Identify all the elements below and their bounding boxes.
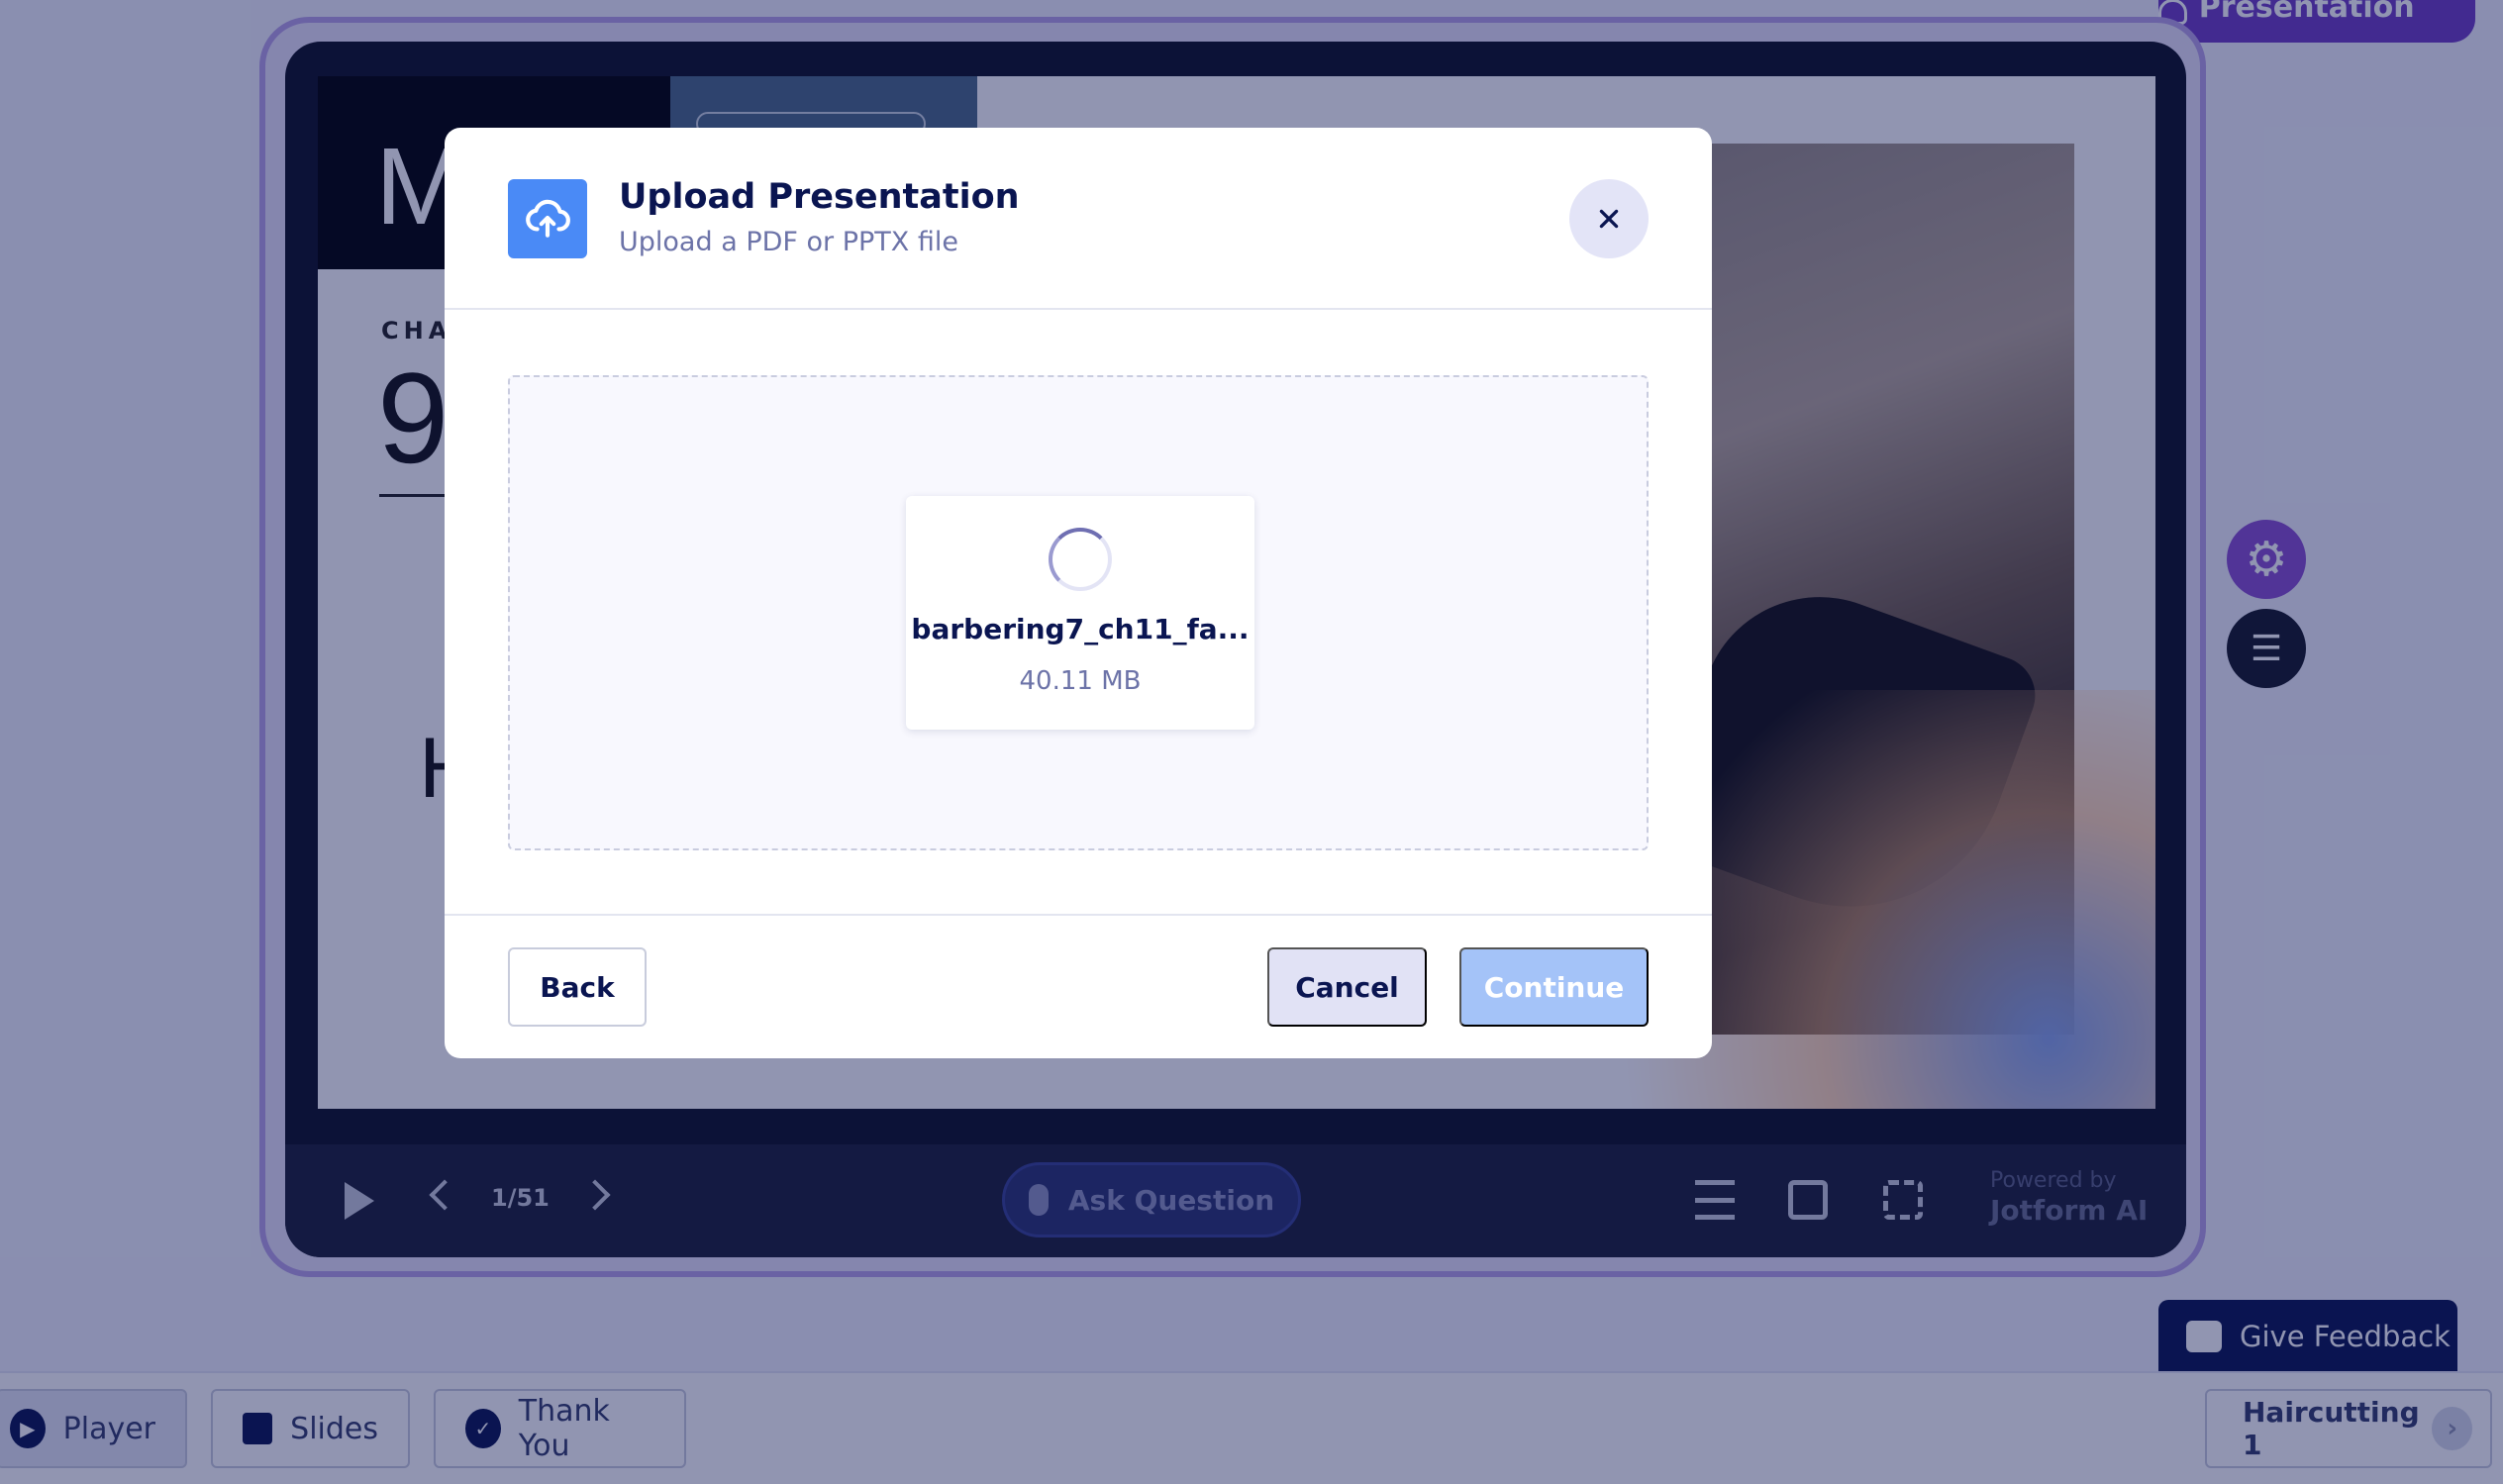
- cloud-upload-icon: [508, 179, 587, 258]
- file-name: barbering7_ch11_fa...: [911, 613, 1250, 645]
- loading-spinner-icon: [1049, 528, 1112, 591]
- file-size: 40.11 MB: [1019, 666, 1142, 696]
- upload-presentation-modal: Upload Presentation Upload a PDF or PPTX…: [445, 128, 1712, 1058]
- uploading-file-card: barbering7_ch11_fa... 40.11 MB: [906, 496, 1254, 730]
- close-button[interactable]: [1569, 179, 1649, 258]
- back-button[interactable]: Back: [508, 947, 647, 1027]
- modal-footer: Back Cancel Continue: [445, 914, 1712, 1058]
- continue-button[interactable]: Continue: [1459, 947, 1649, 1027]
- close-icon: [1599, 209, 1619, 229]
- file-dropzone[interactable]: barbering7_ch11_fa... 40.11 MB: [508, 375, 1649, 850]
- cancel-button[interactable]: Cancel: [1267, 947, 1427, 1027]
- modal-header: Upload Presentation Upload a PDF or PPTX…: [445, 128, 1712, 310]
- modal-subtitle: Upload a PDF or PPTX file: [619, 227, 958, 257]
- modal-title: Upload Presentation: [619, 177, 1020, 217]
